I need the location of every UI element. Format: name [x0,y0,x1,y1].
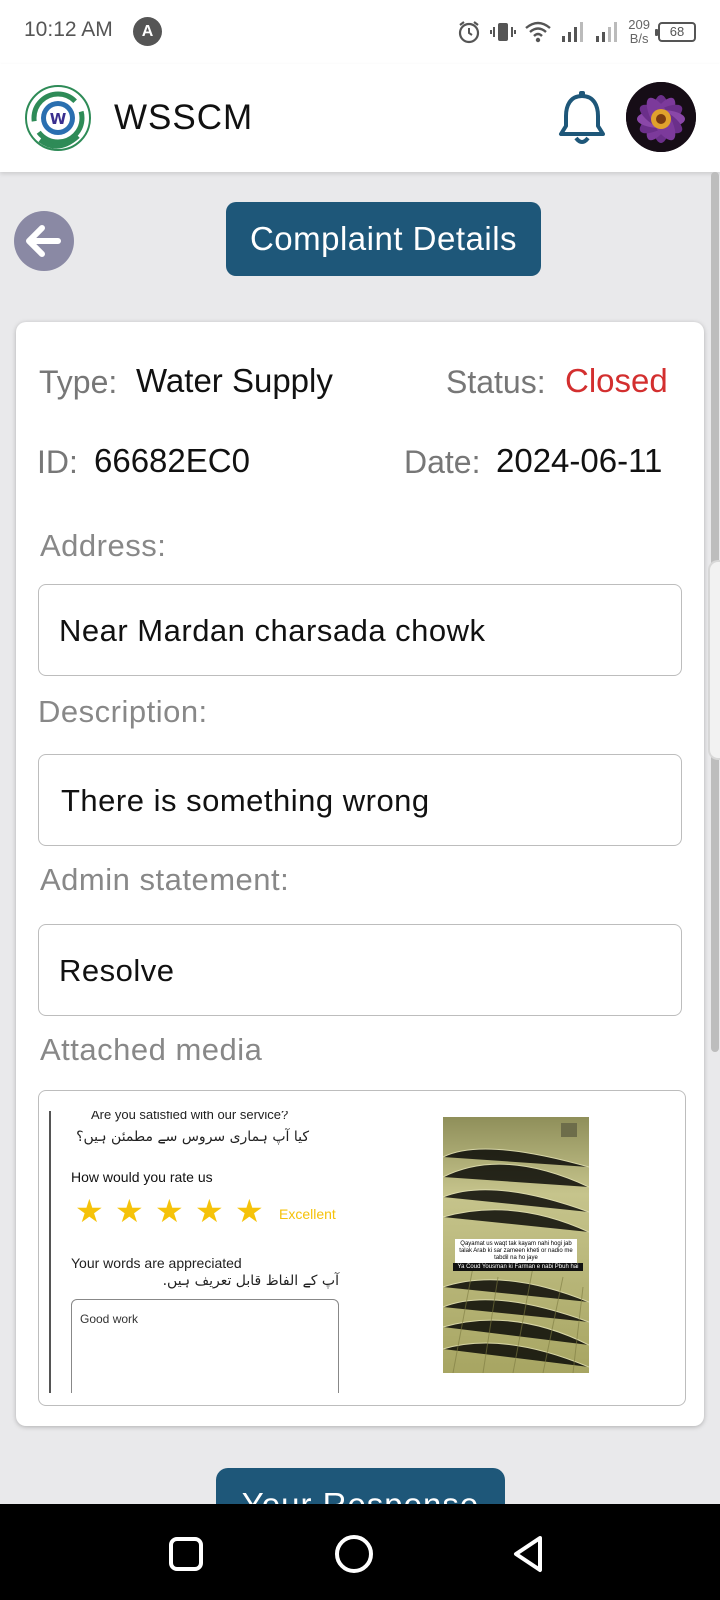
wsscm-logo: W [25,85,91,151]
status-icons: 209 B/s 68 [456,14,696,50]
attached-media-container: Are you satisfied with our service? کیا … [38,1090,686,1406]
attached-media-label: Attached media [40,1032,263,1067]
network-speed-unit: B/s [629,31,649,46]
video-caption-2: Ya Coud Yousman ki Farman e nabi Pbuh ha… [453,1263,583,1271]
recents-icon[interactable] [164,1532,208,1576]
date-label: Date: [404,444,481,480]
network-speed: 209 B/s [628,18,650,46]
type-label: Type: [39,364,118,400]
page-title: Complaint Details [226,202,541,276]
back-nav-icon[interactable] [506,1532,550,1576]
description-field: There is something wrong [38,754,682,846]
rating-stars: ★ ★ ★ ★ ★ [75,1192,264,1230]
back-arrow-icon [26,225,61,257]
date-value: 2024-06-11 [496,442,663,479]
feedback-words-label: Your words are appreciated [71,1255,242,1271]
signal-icon [562,22,584,42]
star-icon: ★ [195,1192,224,1230]
id-value: 66682EC0 [94,442,250,479]
star-icon: ★ [235,1192,264,1230]
feedback-comment: Good work [71,1299,339,1393]
admin-statement-field: Resolve [38,924,682,1016]
type-value: Water Supply [136,362,333,399]
description-label: Description: [38,694,208,729]
star-icon: ★ [75,1192,104,1230]
network-speed-value: 209 [628,17,650,32]
media-thumbnail-video[interactable]: Qayamat us waqt tak kayam nahi hogi jab … [443,1117,589,1373]
avatar-flower-icon [626,82,696,152]
feedback-words-urdu: آپ کے الفاظ قابل تعریف ہیں. [162,1273,339,1289]
video-caption: Qayamat us waqt tak kayam nahi hogi jab … [455,1239,577,1264]
star-icon: ★ [155,1192,184,1230]
complaint-card: Type: Water Supply Status: Closed ID: 66… [16,322,704,1426]
rating-text: Excellent [279,1206,336,1222]
admin-statement-label: Admin statement: [40,862,290,897]
status-time: 10:12 AM [24,18,113,41]
alarm-icon [459,21,480,44]
system-nav-bar [0,1504,720,1600]
bell-icon[interactable] [556,90,608,146]
signal-icon-2 [596,22,618,42]
vibrate-icon [490,23,517,41]
feedback-question: Are you satisfied with our service? [91,1111,289,1122]
feedback-question-urdu: کیا آپ ہماری سروس سے مطمئن ہیں؟ [76,1129,309,1145]
status-label: Status: [446,364,546,400]
back-button[interactable] [14,211,74,271]
avatar[interactable] [626,82,696,152]
address-field: Near Mardan charsada chowk [38,584,682,676]
logo-letter: W [50,110,67,128]
app-notification-icon: A [133,17,162,46]
status-bar: 10:12 AM A 209 B/s 68 [0,0,720,64]
app-header: W WSSCM [0,64,720,172]
id-label: ID: [37,444,78,480]
app-title: WSSCM [114,98,254,137]
feedback-rate-label: How would you rate us [71,1169,213,1185]
wifi-icon [525,21,552,43]
edge-panel-handle[interactable] [708,560,720,760]
star-icon: ★ [115,1192,144,1230]
media-thumbnail-feedback[interactable]: Are you satisfied with our service? کیا … [49,1111,349,1393]
status-value: Closed [565,362,668,399]
address-label: Address: [40,528,167,563]
battery-icon: 68 [655,22,696,42]
home-icon[interactable] [332,1532,376,1576]
